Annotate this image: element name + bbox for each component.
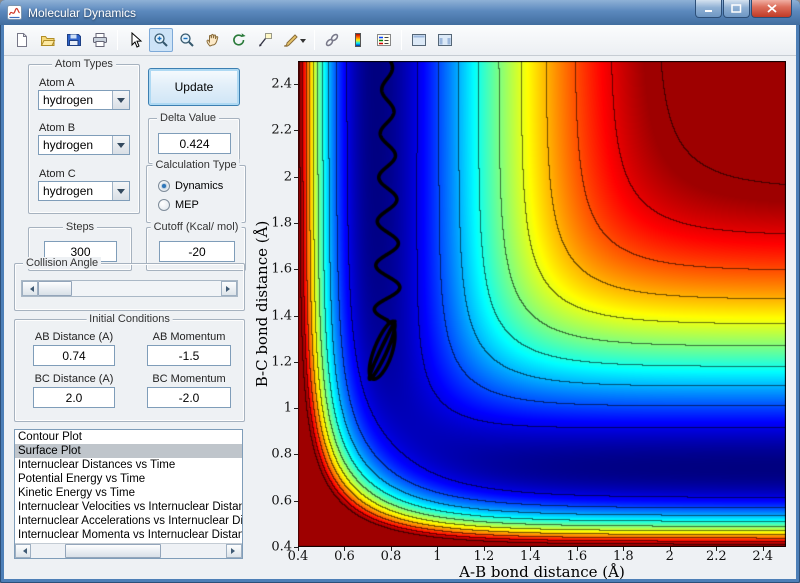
y-tick-mark [294, 408, 298, 410]
y-tick-label: 2.4 [271, 76, 292, 92]
rotate-icon [233, 33, 246, 46]
colorbar-icon [355, 33, 361, 47]
figure-toolbar [4, 25, 796, 56]
pan-button[interactable] [201, 28, 225, 52]
y-tick-mark [294, 454, 298, 456]
data-cursor-button[interactable] [253, 28, 277, 52]
save-figure-button[interactable] [62, 28, 86, 52]
toolbar-separator [117, 30, 118, 50]
brush-icon [283, 34, 298, 47]
show-plot-tools-button[interactable] [433, 28, 457, 52]
pes-canvas[interactable] [298, 61, 786, 547]
link-plot-button[interactable] [320, 28, 344, 52]
show-plot-tools-icon [438, 34, 452, 46]
y-tick-mark [294, 500, 298, 502]
y-tick-label: 0.8 [271, 446, 292, 462]
brush-button[interactable] [279, 28, 309, 52]
y-tick-mark [294, 269, 298, 271]
arrow-cursor-icon [131, 32, 143, 48]
y-tick-mark [294, 547, 298, 548]
x-axis-label: A-B bond distance (Å) [459, 563, 625, 581]
data-cursor-icon [259, 33, 272, 47]
chevron-down-icon [300, 38, 306, 46]
hide-plot-tools-button[interactable] [407, 28, 431, 52]
main-content: Atom Types Atom A hydrogen Atom B hydrog… [4, 57, 796, 581]
y-tick-label: 1.4 [271, 308, 292, 324]
y-tick-label: 1 [283, 400, 292, 416]
y-tick-label: 2.2 [271, 122, 292, 138]
close-icon [766, 4, 777, 13]
maximize-button[interactable] [723, 0, 750, 18]
open-folder-icon [40, 36, 56, 46]
y-tick-mark [294, 315, 298, 317]
x-tick-label: 2.2 [705, 549, 727, 564]
hide-plot-tools-icon [412, 34, 426, 46]
y-tick-mark [294, 84, 298, 86]
x-tick-label: 0.8 [380, 549, 402, 564]
zoom-in-icon [154, 33, 168, 47]
y-tick-marks [294, 61, 298, 548]
x-tick-label: 2.4 [752, 549, 774, 564]
y-tick-label: 2 [283, 169, 292, 185]
y-axis-label: B-C bond distance (Å) [253, 220, 271, 388]
maximize-icon [731, 4, 742, 13]
new-document-icon [17, 33, 27, 47]
x-tick-label: 1 [433, 549, 442, 564]
y-tick-label: 1.8 [271, 215, 292, 231]
y-tick-mark [294, 176, 298, 178]
x-tick-label: 2 [665, 549, 674, 564]
x-tick-label: 1.8 [612, 549, 634, 564]
print-button[interactable] [88, 28, 112, 52]
plot-region: 0.4 0.6 0.8 1 1.2 1.4 1.6 1.8 2 2.2 2.4 0.4 0.6 0.8 1… [4, 57, 796, 581]
minimize-button[interactable] [695, 0, 722, 18]
chain-link-icon [325, 33, 339, 47]
app-icon [7, 5, 22, 20]
x-tick-label: 0.6 [334, 549, 355, 564]
zoom-in-button[interactable] [149, 28, 173, 52]
rotate-3d-button[interactable] [227, 28, 251, 52]
y-tick-label: 1.2 [271, 354, 292, 370]
printer-icon [93, 33, 107, 47]
zoom-out-icon [180, 33, 194, 47]
open-file-button[interactable] [36, 28, 60, 52]
toolbar-separator [401, 30, 402, 50]
edit-plot-button[interactable] [123, 28, 147, 52]
x-tick-label: 1.6 [566, 549, 588, 564]
zoom-out-button[interactable] [175, 28, 199, 52]
y-tick-mark [294, 361, 298, 363]
y-tick-mark [294, 222, 298, 224]
legend-icon [377, 34, 391, 46]
toolbar-separator [314, 30, 315, 50]
title-bar[interactable]: Molecular Dynamics [0, 0, 800, 25]
y-tick-mark [294, 130, 298, 132]
new-figure-button[interactable] [10, 28, 34, 52]
insert-legend-button[interactable] [372, 28, 396, 52]
y-tick-label: 0.6 [271, 493, 292, 509]
x-tick-labels: 0.4 0.6 0.8 1 1.2 1.4 1.6 1.8 2 2.2 2.4 [288, 549, 786, 564]
x-tick-label: 1.4 [520, 549, 541, 564]
window-title: Molecular Dynamics [28, 5, 137, 20]
app-body: Atom Types Atom A hydrogen Atom B hydrog… [4, 25, 796, 581]
minimize-icon [704, 10, 712, 12]
close-button[interactable] [751, 0, 792, 18]
insert-colorbar-button[interactable] [346, 28, 370, 52]
hand-icon [206, 33, 219, 47]
x-tick-label: 1.2 [473, 549, 495, 564]
y-tick-label: 0.4 [271, 539, 292, 555]
floppy-disk-icon [67, 34, 81, 46]
y-tick-label: 1.6 [271, 261, 292, 277]
app-window: Molecular Dynamics Atom Types Atom A hyd… [0, 0, 800, 583]
